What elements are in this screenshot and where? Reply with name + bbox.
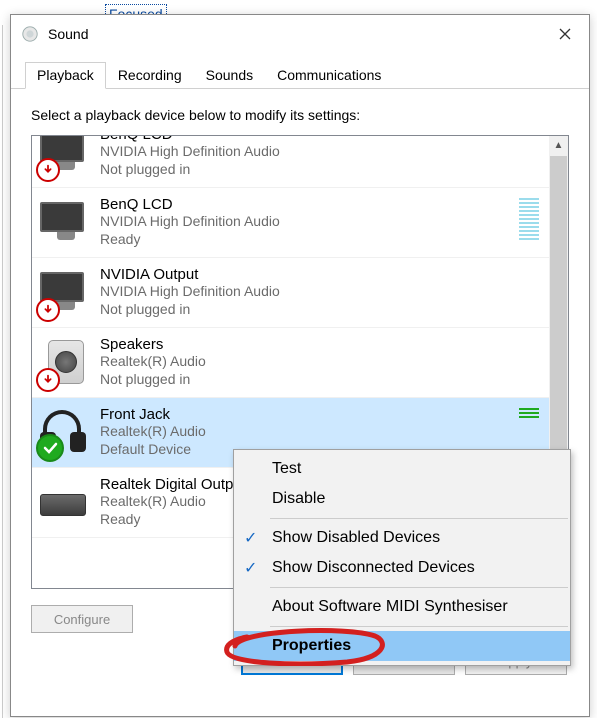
background-window-edge	[2, 25, 3, 718]
menu-properties[interactable]: Properties	[234, 631, 570, 661]
scroll-up-icon[interactable]: ▲	[549, 136, 568, 154]
default-device-badge-icon	[36, 434, 64, 462]
device-status: Ready	[100, 231, 521, 249]
unplugged-badge-icon	[36, 298, 60, 322]
sound-icon	[21, 25, 39, 43]
device-driver: NVIDIA High Definition Audio	[100, 213, 521, 231]
menu-separator	[270, 587, 568, 588]
context-menu[interactable]: Test Disable ✓ Show Disabled Devices ✓ S…	[233, 449, 571, 666]
digital-output-icon	[40, 476, 92, 530]
close-button[interactable]	[541, 16, 589, 52]
device-driver: Realtek(R) Audio	[100, 423, 521, 441]
menu-label: Show Disabled Devices	[272, 529, 440, 547]
device-item[interactable]: BenQ LCD NVIDIA High Definition Audio No…	[32, 135, 549, 188]
device-text: BenQ LCD NVIDIA High Definition Audio Re…	[100, 192, 521, 249]
menu-separator	[270, 518, 568, 519]
menu-show-disabled[interactable]: ✓ Show Disabled Devices	[234, 523, 570, 553]
menu-about-synth[interactable]: About Software MIDI Synthesiser	[234, 592, 570, 622]
device-status: Not plugged in	[100, 371, 543, 389]
unplugged-badge-icon	[36, 158, 60, 182]
tab-sounds[interactable]: Sounds	[194, 62, 265, 89]
instruction-text: Select a playback device below to modify…	[31, 107, 569, 123]
window-title: Sound	[48, 26, 541, 42]
check-icon: ✓	[244, 558, 257, 578]
device-text: BenQ LCD NVIDIA High Definition Audio No…	[100, 135, 543, 179]
device-text: Speakers Realtek(R) Audio Not plugged in	[100, 332, 543, 389]
monitor-icon	[40, 266, 92, 320]
device-item[interactable]: Speakers Realtek(R) Audio Not plugged in	[32, 328, 549, 398]
device-name: BenQ LCD	[100, 196, 521, 213]
speaker-icon	[40, 336, 92, 390]
device-item[interactable]: BenQ LCD NVIDIA High Definition Audio Re…	[32, 188, 549, 258]
tab-communications[interactable]: Communications	[265, 62, 393, 89]
device-text: NVIDIA Output NVIDIA High Definition Aud…	[100, 262, 543, 319]
device-driver: Realtek(R) Audio	[100, 353, 543, 371]
menu-show-disconnected[interactable]: ✓ Show Disconnected Devices	[234, 553, 570, 583]
device-name: NVIDIA Output	[100, 266, 543, 283]
configure-button: Configure	[31, 605, 133, 633]
headphones-icon	[40, 406, 92, 460]
device-driver: NVIDIA High Definition Audio	[100, 143, 543, 161]
device-status: Not plugged in	[100, 301, 543, 319]
level-meter	[521, 402, 543, 418]
device-name: BenQ LCD	[100, 135, 543, 143]
tab-recording[interactable]: Recording	[106, 62, 194, 89]
check-icon: ✓	[244, 528, 257, 548]
device-driver: NVIDIA High Definition Audio	[100, 283, 543, 301]
title-bar: Sound	[11, 15, 589, 53]
device-item[interactable]: NVIDIA Output NVIDIA High Definition Aud…	[32, 258, 549, 328]
tab-strip: Playback Recording Sounds Communications	[11, 61, 589, 89]
level-meter	[521, 192, 543, 240]
monitor-icon	[40, 196, 92, 250]
device-name: Front Jack	[100, 406, 521, 423]
menu-disable[interactable]: Disable	[234, 484, 570, 514]
unplugged-badge-icon	[36, 368, 60, 392]
device-name: Speakers	[100, 336, 543, 353]
menu-label: Show Disconnected Devices	[272, 559, 475, 577]
menu-separator	[270, 626, 568, 627]
monitor-icon	[40, 135, 92, 180]
device-status: Not plugged in	[100, 161, 543, 179]
tab-playback[interactable]: Playback	[25, 62, 106, 89]
menu-test[interactable]: Test	[234, 454, 570, 484]
